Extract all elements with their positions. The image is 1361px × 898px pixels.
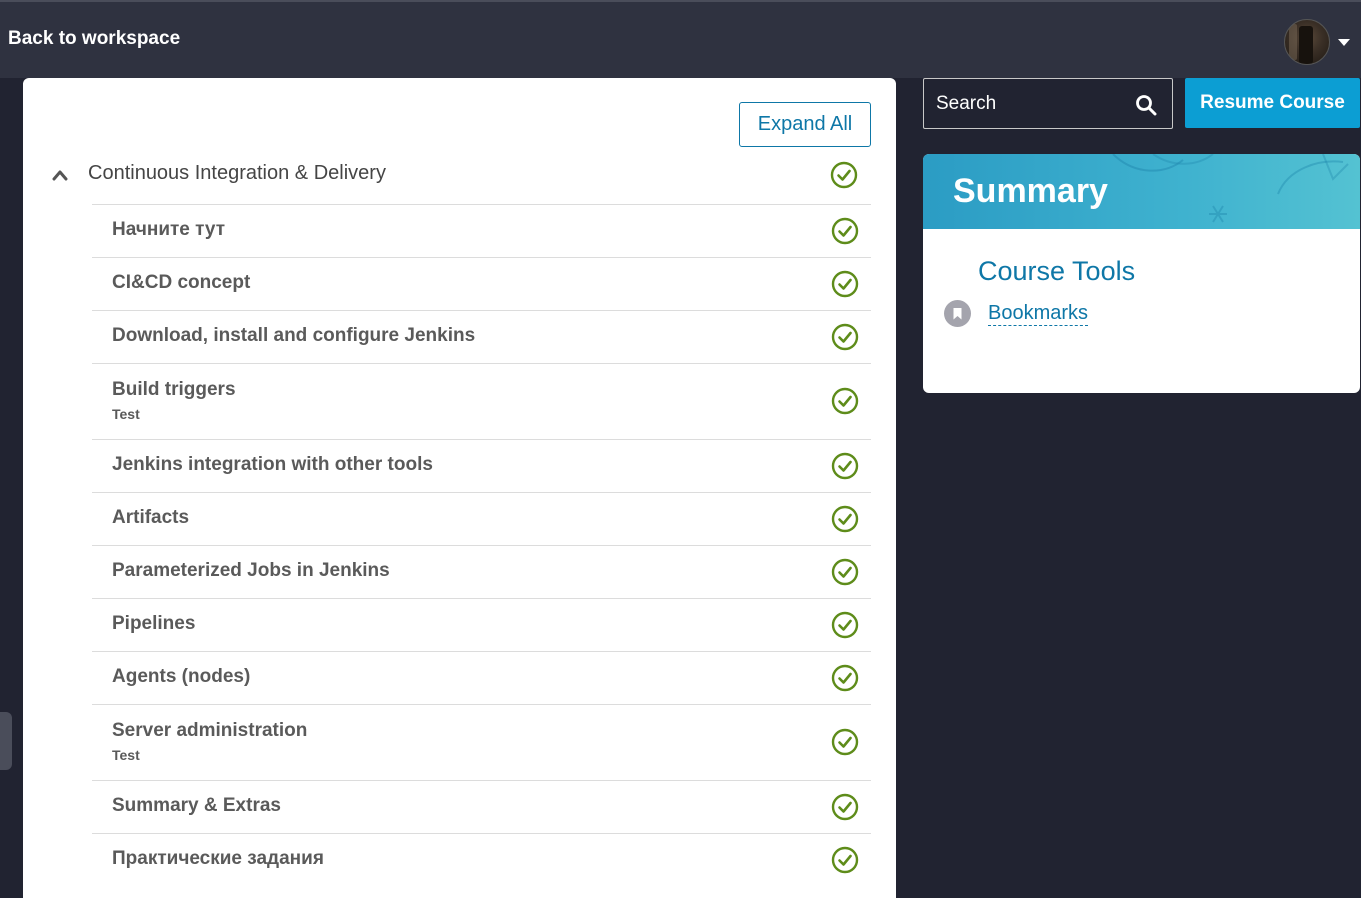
unit-row[interactable]: Jenkins integration with other tools	[92, 439, 871, 492]
sidebar-toggle-handle[interactable]	[0, 712, 12, 770]
back-to-workspace-link[interactable]: Back to workspace	[8, 28, 180, 50]
search-input[interactable]	[924, 79, 1134, 128]
unit-row[interactable]: Pipelines	[92, 598, 871, 651]
completed-check-icon	[831, 323, 859, 350]
unit-subtitle: Test	[112, 747, 140, 763]
chevron-up-icon[interactable]	[52, 169, 68, 181]
unit-row[interactable]: Artifacts	[92, 492, 871, 545]
unit-title[interactable]: Download, install and configure Jenkins	[112, 325, 475, 347]
unit-title[interactable]: Начните тут	[112, 219, 225, 241]
unit-row[interactable]: Parameterized Jobs in Jenkins	[92, 545, 871, 598]
unit-title[interactable]: Parameterized Jobs in Jenkins	[112, 560, 390, 582]
course-tools-heading: Course Tools	[978, 256, 1136, 286]
top-bar: Back to workspace	[0, 0, 1361, 78]
completed-check-icon	[830, 161, 858, 189]
bookmarks-link[interactable]: Bookmarks	[988, 301, 1089, 326]
unit-row[interactable]: CI&CD concept	[92, 257, 871, 310]
search-box	[923, 78, 1173, 129]
summary-banner: Summary	[923, 154, 1360, 229]
unit-row[interactable]: Download, install and configure Jenkins	[92, 310, 871, 363]
caret-down-icon[interactable]	[1338, 39, 1350, 46]
completed-check-icon	[831, 611, 859, 638]
resume-course-button[interactable]: Resume Course	[1185, 78, 1360, 128]
unit-row[interactable]: Summary & Extras	[92, 780, 871, 833]
unit-row[interactable]: Server administration Test	[92, 704, 871, 780]
unit-row[interactable]: Build triggers Test	[92, 363, 871, 439]
summary-title: Summary	[953, 172, 1108, 210]
unit-title[interactable]: Summary & Extras	[112, 795, 281, 817]
unit-subtitle: Test	[112, 406, 140, 422]
completed-check-icon	[831, 452, 859, 479]
completed-check-icon	[831, 728, 859, 756]
user-avatar[interactable]	[1284, 19, 1330, 65]
completed-check-icon	[831, 270, 859, 297]
unit-title[interactable]: Pipelines	[112, 613, 195, 635]
unit-title[interactable]: Artifacts	[112, 507, 189, 529]
unit-title[interactable]: Практические задания	[112, 848, 324, 870]
unit-title[interactable]: Build triggers	[112, 379, 236, 401]
unit-title[interactable]: Jenkins integration with other tools	[112, 454, 433, 476]
unit-title[interactable]: CI&CD concept	[112, 272, 250, 294]
completed-check-icon	[831, 387, 859, 415]
completed-check-icon	[831, 793, 859, 820]
search-icon[interactable]	[1135, 94, 1157, 116]
unit-row[interactable]: Начните тут	[92, 204, 871, 257]
expand-all-button[interactable]: Expand All	[739, 102, 871, 147]
completed-check-icon	[831, 558, 859, 585]
summary-card: Summary Course Tools Bookmarks	[923, 154, 1360, 393]
unit-title[interactable]: Server administration	[112, 720, 307, 742]
completed-check-icon	[831, 505, 859, 532]
unit-row[interactable]: Практические задания	[92, 833, 871, 886]
completed-check-icon	[831, 217, 859, 244]
section-title[interactable]: Continuous Integration & Delivery	[88, 162, 386, 185]
completed-check-icon	[831, 664, 859, 691]
completed-check-icon	[831, 846, 859, 873]
bookmark-icon	[944, 300, 971, 327]
unit-list: Начните тут CI&CD concept Download, instal…	[92, 204, 871, 886]
course-outline: Expand All Continuous Integration & Deli…	[23, 78, 896, 898]
section-header[interactable]: Continuous Integration & Delivery	[23, 154, 871, 198]
unit-row[interactable]: Agents (nodes)	[92, 651, 871, 704]
unit-title[interactable]: Agents (nodes)	[112, 666, 250, 688]
